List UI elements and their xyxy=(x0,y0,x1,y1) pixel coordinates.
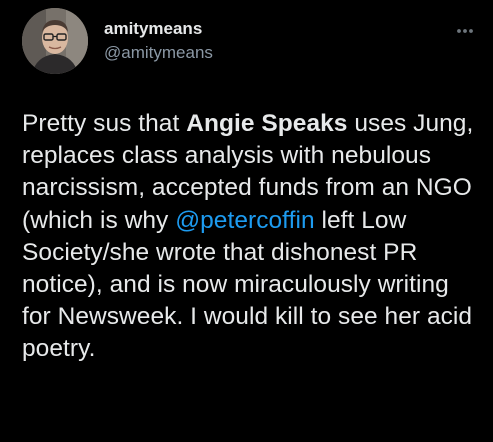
tweet-text-part: Pretty sus that xyxy=(22,110,187,137)
more-horizontal-icon xyxy=(457,29,473,33)
bold-name: Angie Speaks xyxy=(186,110,348,137)
display-name[interactable]: amitymeans xyxy=(104,20,213,37)
tweet-card: amitymeans @amitymeans Pretty sus that A… xyxy=(0,0,493,442)
mention-link[interactable]: @petercoffin xyxy=(175,207,314,234)
user-handle[interactable]: @amitymeans xyxy=(104,44,213,61)
more-options-button[interactable] xyxy=(451,24,479,38)
avatar[interactable] xyxy=(22,8,88,74)
author-names: amitymeans @amitymeans xyxy=(104,20,213,61)
avatar-photo xyxy=(22,8,88,74)
tweet-text: Pretty sus that Angie Speaks uses Jung, … xyxy=(22,108,482,366)
